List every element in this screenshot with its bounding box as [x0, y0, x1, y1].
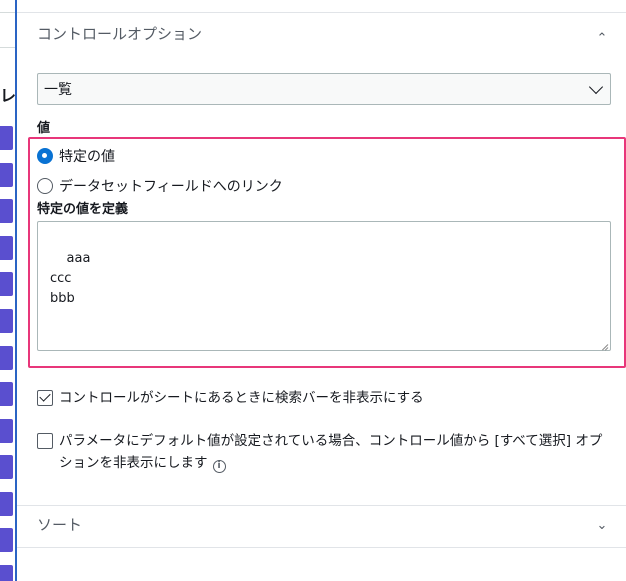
- control-options-title: コントロールオプション: [37, 25, 203, 43]
- side-button[interactable]: [0, 272, 13, 296]
- radio-unchecked-icon[interactable]: [37, 178, 53, 194]
- divider: [17, 12, 626, 13]
- checkbox-unchecked-icon[interactable]: [37, 433, 53, 449]
- sort-title: ソート: [37, 516, 83, 534]
- side-button[interactable]: [0, 419, 13, 443]
- define-values-label: 特定の値を定義: [37, 202, 129, 217]
- specific-values-textarea[interactable]: aaa ccc bbb: [37, 221, 611, 351]
- radio-dataset-link[interactable]: データセットフィールドへのリンク: [37, 176, 283, 196]
- control-options-header[interactable]: コントロールオプション ⌃: [37, 21, 609, 46]
- display-type-select[interactable]: 一覧: [37, 73, 611, 105]
- hide-search-option[interactable]: コントロールがシートにあるときに検索バーを非表示にする: [37, 387, 617, 409]
- side-button[interactable]: [0, 199, 13, 223]
- settings-panel: コントロールオプション ⌃ 一覧 値 特定の値 データセットフィールドへのリンク…: [17, 0, 626, 581]
- hide-select-all-option[interactable]: パラメータにデフォルト値が設定されている場合、コントロール値から [すべて選択]…: [37, 430, 612, 474]
- resize-handle-icon[interactable]: [600, 340, 608, 348]
- side-button[interactable]: [0, 309, 13, 333]
- side-button[interactable]: [0, 492, 13, 516]
- radio-dataset-label: データセットフィールドへのリンク: [59, 179, 283, 195]
- side-button[interactable]: [0, 163, 13, 187]
- textarea-content: aaa ccc bbb: [50, 251, 91, 306]
- divider: [0, 47, 15, 48]
- side-button[interactable]: [0, 565, 13, 581]
- side-button[interactable]: [0, 382, 13, 406]
- radio-specific-values[interactable]: 特定の値: [37, 146, 115, 166]
- left-panel-strip: レ: [0, 0, 17, 581]
- hide-select-all-label: パラメータにデフォルト値が設定されている場合、コントロール値から [すべて選択]…: [59, 433, 603, 471]
- chevron-down-icon: [588, 81, 604, 97]
- divider: [0, 12, 15, 13]
- hide-search-label: コントロールがシートにあるときに検索バーを非表示にする: [59, 390, 424, 406]
- chevron-down-icon[interactable]: ⌄: [595, 518, 609, 533]
- radio-specific-label: 特定の値: [59, 149, 115, 165]
- info-icon[interactable]: i: [212, 460, 226, 473]
- checkbox-checked-icon[interactable]: [37, 390, 53, 406]
- left-panel-glyph: レ: [0, 86, 15, 105]
- side-button[interactable]: [0, 236, 13, 260]
- chevron-up-icon[interactable]: ⌃: [595, 31, 609, 46]
- radio-checked-icon[interactable]: [37, 148, 53, 164]
- side-button[interactable]: [0, 528, 13, 552]
- values-label: 値: [37, 121, 51, 136]
- side-button[interactable]: [0, 126, 13, 150]
- display-type-value: 一覧: [44, 82, 72, 98]
- sort-header[interactable]: ソート ⌄: [37, 514, 609, 535]
- side-button[interactable]: [0, 346, 13, 370]
- side-button[interactable]: [0, 455, 13, 479]
- hide-select-all-text: パラメータにデフォルト値が設定されている場合、コントロール値から [すべて選択]…: [59, 430, 612, 474]
- divider: [17, 505, 626, 506]
- divider: [17, 547, 626, 548]
